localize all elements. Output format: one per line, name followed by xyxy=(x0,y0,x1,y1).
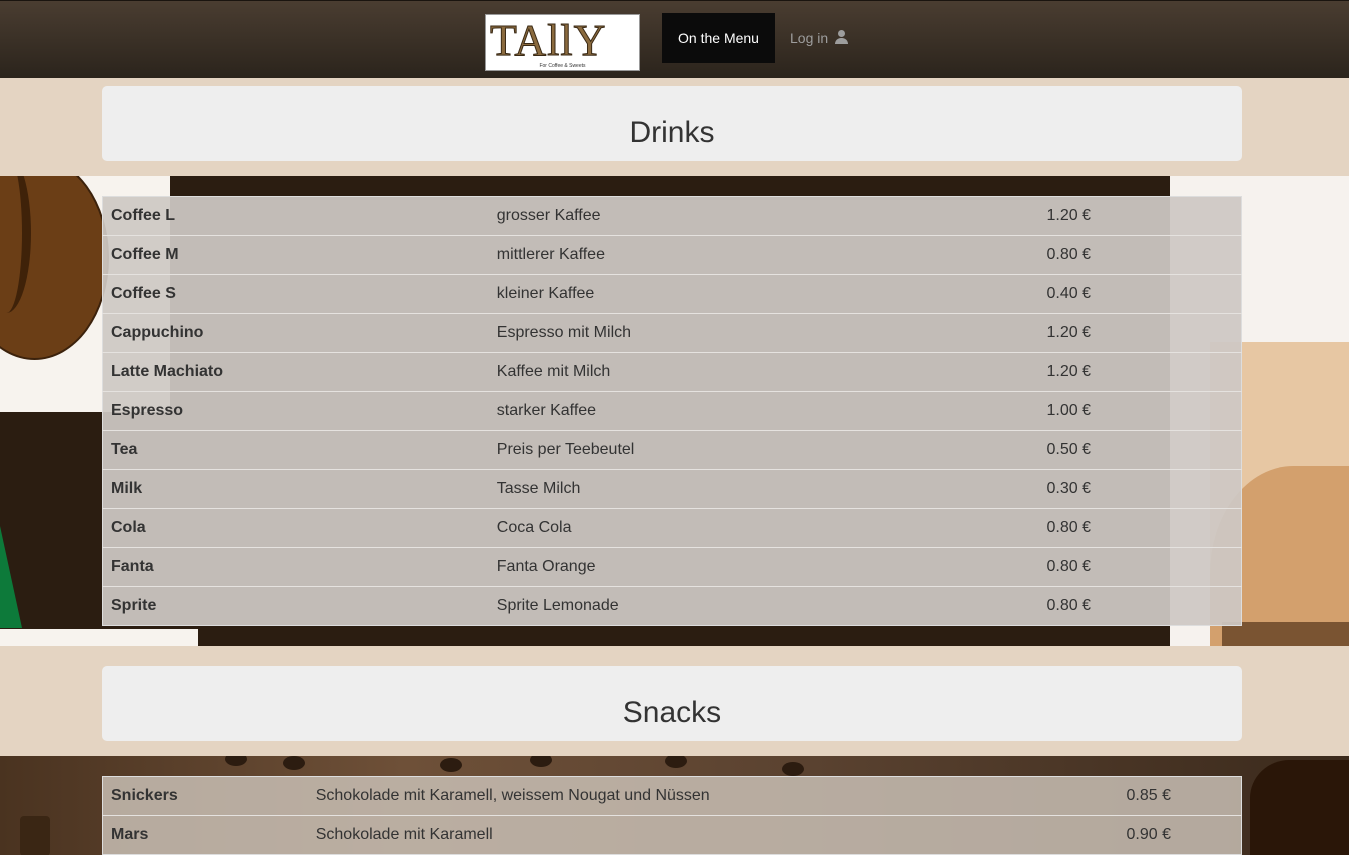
item-price: 1.20 € xyxy=(1046,207,1091,224)
brand-wordmark: TAllY xyxy=(489,16,607,65)
item-name: Cola xyxy=(102,508,489,548)
item-name: Latte Machiato xyxy=(102,352,489,392)
item-name: Coffee S xyxy=(102,274,489,314)
table-row: Mars Schokolade mit Karamell 0.90 € xyxy=(102,815,1242,855)
table-row: Espresso starker Kaffee 1.00 € xyxy=(102,391,1242,431)
item-name: Coffee L xyxy=(111,207,175,224)
item-name: Coffee M xyxy=(102,235,489,275)
item-price: 0.85 € xyxy=(1126,787,1171,804)
item-name: Espresso xyxy=(102,391,489,431)
item-description: Preis per Teebeutel xyxy=(488,430,956,470)
item-price: 0.80 € xyxy=(955,547,1242,587)
item-name: Milk xyxy=(102,469,489,509)
item-description: kleiner Kaffee xyxy=(488,274,956,314)
user-icon xyxy=(835,30,849,44)
nav-item-on-the-menu[interactable]: On the Menu xyxy=(662,13,775,63)
table-row: Tea Preis per Teebeutel 0.50 € xyxy=(102,430,1242,470)
item-name: Snickers xyxy=(111,787,178,804)
bean-groove xyxy=(0,176,31,313)
item-name: Tea xyxy=(102,430,489,470)
snacks-table: Snickers Schokolade mit Karamell, weissem… xyxy=(102,776,1242,855)
item-name: Fanta xyxy=(102,547,489,587)
item-price: 1.20 € xyxy=(955,313,1242,353)
table-row: Cola Coca Cola 0.80 € xyxy=(102,508,1242,548)
item-description: Coca Cola xyxy=(488,508,956,548)
table-row: Snickers Schokolade mit Karamell, weissem… xyxy=(103,777,1242,816)
bg-strip xyxy=(0,629,198,646)
table-row: Cappuchino Espresso mit Milch 1.20 € xyxy=(102,313,1242,353)
item-price: 0.40 € xyxy=(955,274,1242,314)
brand-logo[interactable]: TAllY For Coffee & Sweets xyxy=(485,14,640,71)
item-price: 0.50 € xyxy=(955,430,1242,470)
item-description: Schokolade mit Karamell xyxy=(307,815,1094,855)
coffee-bean xyxy=(225,756,247,766)
item-description: grosser Kaffee xyxy=(496,207,601,224)
item-description: Fanta Orange xyxy=(488,547,956,587)
coffee-bean xyxy=(530,756,552,767)
item-name: Cappuchino xyxy=(102,313,489,353)
brand-tagline: For Coffee & Sweets xyxy=(539,63,586,69)
snacks-header: Snacks xyxy=(102,666,1242,741)
login-link[interactable]: Log in xyxy=(790,13,849,63)
item-price: 0.80 € xyxy=(955,508,1242,548)
item-price: 0.90 € xyxy=(1093,815,1242,855)
chocolate-piece xyxy=(20,816,50,855)
item-name: Sprite xyxy=(102,586,489,626)
table-row: Sprite Sprite Lemonade 0.80 € xyxy=(102,586,1242,626)
item-description: Espresso mit Milch xyxy=(488,313,956,353)
coffee-bean xyxy=(665,756,687,768)
drinks-table: Coffee L grosser Kaffee 1.20 € Coffee Mmit… xyxy=(102,196,1242,626)
table-row: Coffee Mmittlerer Kaffee 0.80 € xyxy=(102,235,1242,275)
coffee-glass xyxy=(1250,760,1349,855)
coffee-bean xyxy=(782,762,804,776)
item-description: Tasse Milch xyxy=(488,469,956,509)
item-price: 0.30 € xyxy=(955,469,1242,509)
drinks-title: Drinks xyxy=(629,116,715,149)
snacks-title: Snacks xyxy=(622,696,722,729)
item-description: Kaffee mit Milch xyxy=(488,352,956,392)
table-row: Fanta Fanta Orange 0.80 € xyxy=(102,547,1242,587)
item-price: 0.80 € xyxy=(955,235,1242,275)
coffee-bean xyxy=(283,756,305,770)
item-price: 1.00 € xyxy=(955,391,1242,431)
table-row: Coffee Skleiner Kaffee 0.40 € xyxy=(102,274,1242,314)
item-description: starker Kaffee xyxy=(488,391,956,431)
drinks-header: Drinks xyxy=(102,86,1242,161)
item-price: 0.80 € xyxy=(955,586,1242,626)
table-row: Latte Machiato Kaffee mit Milch 1.20 € xyxy=(102,352,1242,392)
item-name: Mars xyxy=(102,815,308,855)
item-description: Sprite Lemonade xyxy=(488,586,956,626)
coffee-bean xyxy=(440,758,462,772)
table-row: Coffee L grosser Kaffee 1.20 € xyxy=(103,197,1242,236)
navbar: TAllY For Coffee & Sweets On the Menu Lo… xyxy=(0,0,1349,78)
item-price: 1.20 € xyxy=(955,352,1242,392)
table-row: Milk Tasse Milch 0.30 € xyxy=(102,469,1242,509)
green-accent xyxy=(0,526,22,628)
item-description: Schokolade mit Karamell, weissem Nougat … xyxy=(315,787,710,804)
item-description: mittlerer Kaffee xyxy=(488,235,956,275)
login-label: Log in xyxy=(790,30,829,46)
